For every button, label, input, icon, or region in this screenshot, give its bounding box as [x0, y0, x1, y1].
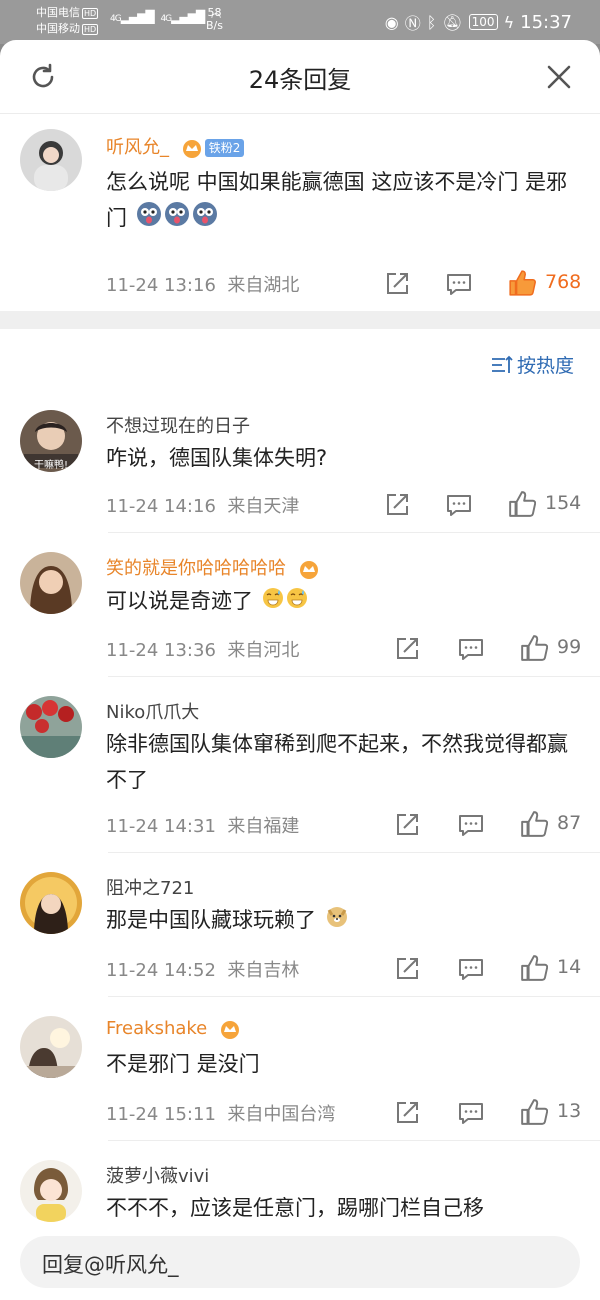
avatar[interactable] — [20, 129, 82, 191]
close-icon[interactable] — [546, 64, 572, 90]
status-bar: 中国电信 HD 中国移动 HD 4G▂▄▆█ 4G▂▄▆█ ◠ 58 B/s ◉ Ⓝ… — [0, 0, 600, 44]
username[interactable]: Niko爪爪大 — [106, 698, 199, 724]
comment-icon[interactable] — [458, 812, 484, 838]
reply-sheet: 24条回复 听风允_ 铁粉2 怎么说呢 中国如果能赢德国 这应该不是冷门 是邪门… — [0, 40, 600, 1300]
comment-meta: 11-24 14:52 来自吉林 — [106, 960, 300, 981]
battery-icon: 100 — [468, 14, 498, 30]
username[interactable]: 菠萝小薇vivi — [106, 1162, 209, 1188]
page-title: 24条回复 — [248, 66, 352, 94]
like-count: 13 — [557, 1100, 582, 1122]
mute-icon: 🔕︎ — [442, 12, 463, 32]
like-icon[interactable] — [520, 810, 548, 838]
comment-text: 可以说是奇迹了 — [106, 583, 576, 620]
username[interactable]: 听风允_ 铁粉2 — [106, 133, 245, 159]
divider — [108, 1140, 600, 1141]
avatar[interactable] — [20, 1016, 82, 1078]
crown-icon — [220, 1021, 239, 1039]
crown-icon — [182, 140, 201, 158]
share-icon[interactable] — [384, 271, 410, 297]
like-icon[interactable] — [508, 269, 536, 297]
comment-icon[interactable] — [458, 1100, 484, 1126]
comment-icon[interactable] — [458, 636, 484, 662]
clock: 15:37 — [520, 11, 572, 33]
username[interactable]: 笑的就是你哈哈哈哈哈 — [106, 554, 320, 580]
like-count: 14 — [557, 956, 582, 978]
doge-emoji-icon — [325, 903, 349, 939]
comment-text: 那是中国队藏球玩赖了 — [106, 902, 576, 939]
shocked-emoji-icon — [192, 201, 218, 238]
reply-input[interactable]: 回复@听风允_ — [20, 1236, 580, 1288]
divider — [108, 852, 600, 853]
main-comment: 听风允_ 铁粉2 怎么说呢 中国如果能赢德国 这应该不是冷门 是邪门 11-24… — [0, 115, 600, 311]
section-divider — [0, 311, 600, 329]
grin-sweat-emoji-icon — [286, 584, 308, 620]
like-icon[interactable] — [508, 490, 536, 518]
fan-badge: 铁粉2 — [204, 139, 245, 157]
signal-icons: 4G▂▄▆█ 4G▂▄▆█ ◠ — [110, 10, 221, 24]
comment-meta: 11-24 14:31 来自福建 — [106, 816, 300, 837]
comment-text: 不不不，应该是任意门，踢哪门栏自己移 — [106, 1196, 484, 1220]
divider — [108, 996, 600, 997]
comment-icon[interactable] — [446, 492, 472, 518]
avatar[interactable]: 干嘛鸭! — [20, 410, 82, 472]
carrier-1: 中国电信 HD — [36, 6, 99, 19]
carrier-2: 中国移动 HD — [36, 22, 99, 35]
share-icon[interactable] — [394, 956, 420, 982]
like-count: 768 — [545, 271, 582, 293]
divider — [108, 676, 600, 677]
like-count: 154 — [545, 492, 582, 514]
username[interactable]: 不想过现在的日子 — [106, 412, 250, 438]
share-icon[interactable] — [394, 1100, 420, 1126]
share-icon[interactable] — [394, 636, 420, 662]
charging-icon: ϟ — [503, 12, 515, 32]
comment-meta: 11-24 15:11 来自中国台湾 — [106, 1104, 336, 1125]
like-count: 99 — [557, 636, 582, 658]
comment-meta: 11-24 13:16 来自湖北 — [106, 275, 300, 296]
like-icon[interactable] — [520, 634, 548, 662]
eye-comfort-icon: ◉ — [384, 12, 399, 32]
reply-placeholder: 回复@听风允_ — [42, 1253, 179, 1277]
comment-text: 除非德国队集体窜稀到爬不起来，不然我觉得都赢不了 — [106, 732, 568, 792]
like-icon[interactable] — [520, 954, 548, 982]
like-icon[interactable] — [520, 1098, 548, 1126]
sort-toggle[interactable]: 按热度 — [491, 351, 574, 378]
comment-meta: 11-24 14:16 来自天津 — [106, 496, 300, 517]
comment-icon[interactable] — [458, 956, 484, 982]
avatar[interactable] — [20, 872, 82, 934]
sort-icon — [491, 355, 513, 373]
comment-text: 怎么说呢 中国如果能赢德国 这应该不是冷门 是邪门 — [106, 164, 576, 238]
comment-text: 不是邪门 是没门 — [106, 1052, 260, 1076]
like-count: 87 — [557, 812, 582, 834]
grin-sweat-emoji-icon — [262, 584, 284, 620]
network-speed: 58 B/s — [206, 6, 223, 32]
crown-icon — [299, 561, 318, 579]
avatar[interactable] — [20, 552, 82, 614]
nfc-icon: Ⓝ — [404, 14, 421, 33]
share-icon[interactable] — [384, 492, 410, 518]
avatar[interactable] — [20, 696, 82, 758]
comment-icon[interactable] — [446, 271, 472, 297]
divider — [108, 532, 600, 533]
avatar[interactable] — [20, 1160, 82, 1222]
shocked-emoji-icon — [136, 201, 162, 238]
username[interactable]: Freakshake — [106, 1018, 241, 1039]
comment-meta: 11-24 13:36 来自河北 — [106, 640, 300, 661]
shocked-emoji-icon — [164, 201, 190, 238]
comment-text: 咋说，德国队集体失明? — [106, 446, 328, 470]
username[interactable]: 阻冲之721 — [106, 874, 194, 900]
bluetooth-icon: ᛒ — [426, 12, 437, 32]
sheet-header: 24条回复 — [0, 40, 600, 114]
share-icon[interactable] — [394, 812, 420, 838]
